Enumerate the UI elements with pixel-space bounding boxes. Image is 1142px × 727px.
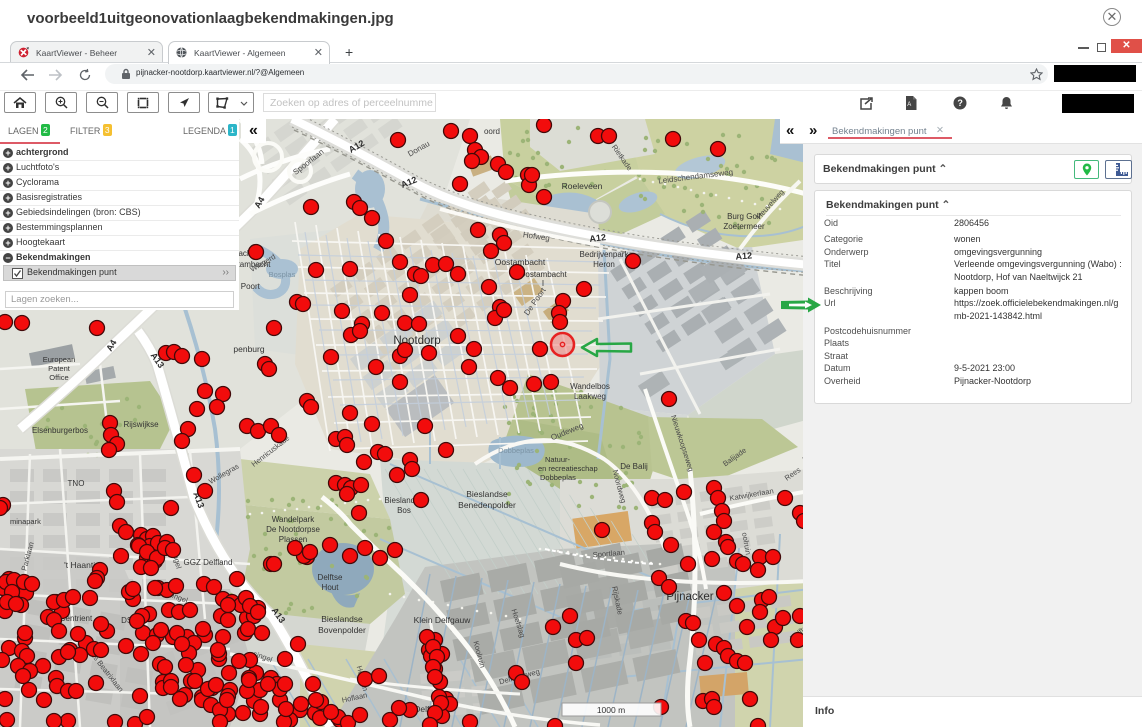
svg-text:Burg Golf: Burg Golf <box>727 212 762 221</box>
svg-text:Dobbeplas: Dobbeplas <box>498 446 534 455</box>
svg-text:Elsenburgerbos: Elsenburgerbos <box>32 426 88 435</box>
svg-text:Wandelbos: Wandelbos <box>570 382 610 391</box>
svg-text:Bieslandse: Bieslandse <box>466 489 508 499</box>
svg-text:TNO: TNO <box>68 479 85 488</box>
svg-text:Bieslandse: Bieslandse <box>321 614 363 624</box>
svg-text:penburg: penburg <box>233 344 264 354</box>
svg-text:I: I <box>542 279 544 288</box>
svg-text:Patent: Patent <box>48 364 71 373</box>
svg-text:minapark: minapark <box>10 517 41 526</box>
svg-text:Klein Delfgauw: Klein Delfgauw <box>414 615 472 625</box>
svg-text:Laakweg: Laakweg <box>574 392 606 401</box>
svg-text:De Balij: De Balij <box>620 462 648 471</box>
svg-text:Bovenpolder: Bovenpolder <box>318 625 366 635</box>
svg-text:Bosplas: Bosplas <box>269 270 296 279</box>
svg-text:Office: Office <box>49 373 68 382</box>
svg-text:Zoetermeer: Zoetermeer <box>723 222 765 231</box>
svg-text:Hout: Hout <box>322 583 340 592</box>
svg-text:Heron: Heron <box>593 260 615 269</box>
svg-text:Oostambacht: Oostambacht <box>519 270 567 279</box>
svg-text:?: ? <box>957 98 963 108</box>
svg-text:Bedrijvenpark: Bedrijvenpark <box>580 250 630 259</box>
svg-text:oord: oord <box>484 127 500 136</box>
svg-text:European: European <box>43 355 76 364</box>
svg-text:1000 m: 1000 m <box>597 705 625 715</box>
svg-text:en recreatieschap: en recreatieschap <box>538 464 598 473</box>
svg-text:Delftse: Delftse <box>318 573 343 582</box>
svg-text:De Nootdorpse: De Nootdorpse <box>266 525 320 534</box>
svg-text:GGZ Delfland: GGZ Delfland <box>184 558 233 567</box>
svg-text:Bos: Bos <box>397 506 411 515</box>
svg-text:Dobbeplas: Dobbeplas <box>540 473 576 482</box>
svg-text:Natuur-: Natuur- <box>545 455 571 464</box>
svg-text:A12: A12 <box>589 232 606 244</box>
svg-text:Benedenpolder: Benedenpolder <box>458 500 516 510</box>
svg-text:Rijswijkse: Rijswijkse <box>123 420 159 429</box>
svg-text:A: A <box>907 102 911 108</box>
svg-text:A12: A12 <box>735 250 752 261</box>
svg-text:Roeleveen: Roeleveen <box>562 181 603 191</box>
svg-text:Wandelpark: Wandelpark <box>272 515 315 524</box>
